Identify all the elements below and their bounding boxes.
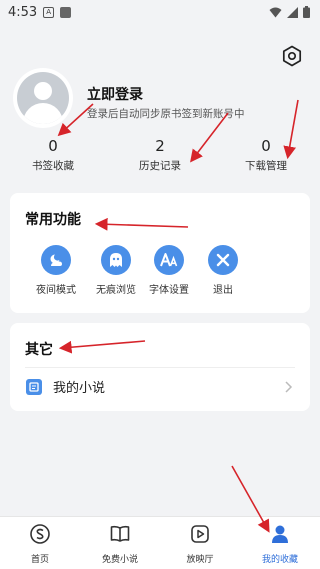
stat-downloads-label: 下载管理 bbox=[245, 160, 287, 172]
login-title[interactable]: 立即登录 bbox=[87, 84, 143, 104]
logout-label: 退出 bbox=[213, 285, 233, 296]
gear-icon bbox=[282, 45, 302, 67]
tab-free-novels-label: 免费小说 bbox=[101, 555, 138, 565]
tab-free-novels[interactable]: 免费小说 bbox=[80, 523, 160, 565]
stat-downloads[interactable]: 0 下载管理 bbox=[226, 136, 306, 173]
tab-home[interactable]: 首页 bbox=[0, 523, 80, 565]
home-logo-icon bbox=[30, 524, 50, 544]
stat-bookmarks-count: 0 bbox=[48, 137, 58, 155]
my-novels-label: 我的小说 bbox=[53, 381, 106, 396]
stat-history[interactable]: 2 历史记录 bbox=[120, 136, 200, 173]
avatar[interactable] bbox=[13, 68, 73, 128]
battery-icon bbox=[303, 6, 310, 18]
default-user-icon bbox=[17, 72, 69, 124]
status-left: 4:53 A bbox=[8, 4, 72, 20]
close-icon bbox=[208, 245, 238, 275]
user-icon bbox=[272, 525, 288, 543]
others-title: 其它 bbox=[25, 342, 53, 358]
tab-cinema-label: 放映厅 bbox=[186, 555, 214, 565]
bottom-tab-bar: 首页 免费小说 放映厅 我的收藏 bbox=[0, 516, 320, 569]
status-time: 4:53 bbox=[8, 4, 38, 20]
open-book-icon bbox=[110, 525, 130, 542]
status-right bbox=[269, 6, 310, 18]
stat-history-count: 2 bbox=[155, 137, 165, 155]
stat-history-label: 历史记录 bbox=[139, 160, 181, 172]
night-mode-button[interactable]: 夜间模式 bbox=[31, 245, 81, 296]
stat-bookmarks-label: 书签收藏 bbox=[32, 160, 74, 172]
tab-cinema[interactable]: 放映厅 bbox=[160, 523, 240, 565]
signal-icon bbox=[287, 6, 298, 18]
book-icon bbox=[26, 379, 42, 395]
functions-card: 常用功能 夜间模式 无痕浏览 字体设置 退出 bbox=[10, 193, 310, 313]
wifi-icon bbox=[269, 7, 282, 17]
notification-square-icon bbox=[60, 6, 72, 18]
font-settings-button[interactable]: 字体设置 bbox=[144, 245, 194, 296]
stat-downloads-count: 0 bbox=[261, 137, 271, 155]
my-novels-row[interactable]: 我的小说 bbox=[10, 367, 310, 407]
chevron-right-icon bbox=[285, 381, 293, 393]
login-subtitle: 登录后自动同步原书签到新账号中 bbox=[87, 108, 245, 120]
stat-bookmarks[interactable]: 0 书签收藏 bbox=[13, 136, 93, 173]
tab-home-label: 首页 bbox=[30, 555, 49, 565]
functions-title: 常用功能 bbox=[25, 212, 81, 228]
play-icon bbox=[191, 525, 209, 543]
settings-button[interactable] bbox=[281, 45, 303, 67]
tab-my-favorites-label: 我的收藏 bbox=[261, 555, 298, 565]
ghost-icon bbox=[101, 245, 131, 275]
tab-my-favorites[interactable]: 我的收藏 bbox=[240, 523, 320, 565]
night-mode-icon bbox=[41, 245, 71, 275]
logout-button[interactable]: 退出 bbox=[198, 245, 248, 296]
app-notification-icon: A bbox=[43, 6, 55, 18]
others-card: 其它 我的小说 bbox=[10, 323, 310, 411]
font-icon bbox=[154, 245, 184, 275]
status-bar: 4:53 A bbox=[0, 0, 320, 24]
